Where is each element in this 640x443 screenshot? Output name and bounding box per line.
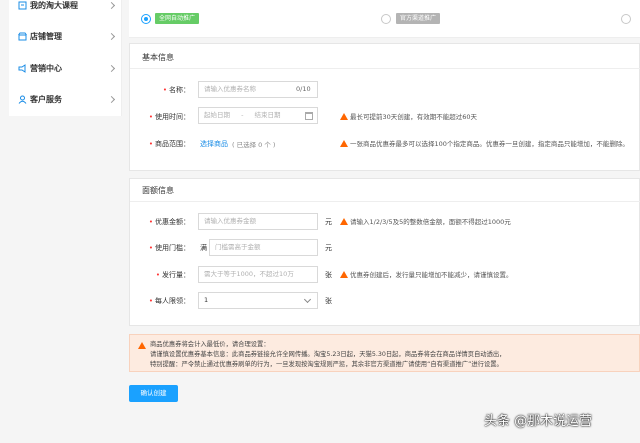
start-date-placeholder: 起始日期 [204,111,230,119]
panel-title: 面额信息 [142,186,174,195]
divider [130,68,640,69]
amount-info-panel: 面额信息 • 优惠金额： 请输入优惠券金额 元 请输入1/2/3/5及5的整数倍金… [129,178,640,326]
warning-icon [340,218,348,225]
select-products-link[interactable]: 选择商品 [200,139,228,149]
end-date-placeholder: 结束日期 [254,111,281,119]
warning-icon [340,113,348,120]
quantity-label: • 发行量： [155,271,190,279]
sidebar: 我的淘大课程 店铺管理 营销中心 客户服务 [9,0,122,116]
confirm-create-button[interactable]: 确认创建 [129,385,178,402]
sidebar-item-label: 客户服务 [30,94,62,104]
sidebar-item-marketing[interactable]: 营销中心 [9,59,122,77]
quantity-unit: 张 [325,271,332,279]
range-warning: 一张商品优惠券最多可以选择100个指定商品。优惠券一旦创建，指定商品只能增加，不… [340,138,638,148]
sidebar-item-label: 店铺管理 [30,31,62,41]
channel-selector: 全网自动推广 官方渠道推广 [129,0,640,38]
sidebar-item-label: 我的淘大课程 [30,0,78,10]
chevron-right-icon [107,1,116,9]
customer-icon [18,95,27,104]
per-user-limit-label: • 每人限领： [148,297,190,305]
notice-line: 商品优惠券将会计入最低价，请合理设置： [150,341,270,348]
range-label: • 商品范围： [148,140,190,148]
coupon-value-label: • 优惠金额： [148,218,190,226]
radio-auto-promotion[interactable] [141,14,151,24]
calendar-icon [305,112,313,120]
radio-official-channel[interactable] [381,14,391,24]
chevron-right-icon [107,95,116,103]
date-range-input[interactable]: 起始日期 - 结束日期 [198,107,318,124]
warning-icon [340,140,348,147]
radio-third-option[interactable] [621,14,631,24]
value-unit: 元 [325,218,332,226]
tag-auto-promotion: 全网自动推广 [155,13,200,24]
sidebar-item-customer-service[interactable]: 客户服务 [9,90,122,108]
course-icon [18,1,27,10]
warning-icon [138,341,148,350]
megaphone-icon [18,63,27,73]
name-char-counter: 0/10 [296,85,311,93]
date-separator: - [241,111,244,119]
sidebar-item-label: 营销中心 [30,63,62,73]
time-warning: 最长可提前30天创建，有效期不能超过60天 [340,111,477,121]
chevron-down-icon [303,295,312,304]
time-label: • 使用时间： [148,113,190,121]
quantity-input[interactable]: 需大于等于1000，不超过10万 [198,266,318,283]
value-warning: 请输入1/2/3/5及5的整数倍金额，面额不得超过1000元 [340,216,511,226]
tag-official-channel: 官方渠道推广 [396,13,441,24]
limit-selected-value: 1 [204,296,209,304]
store-icon [18,32,27,41]
basic-info-panel: 基本信息 • 名称： 请输入优惠券名称 0/10 • 使用时间： 起始日期 - 结束… [129,43,640,171]
per-user-limit-select[interactable]: 1 [198,292,318,309]
sidebar-item-store[interactable]: 店铺管理 [9,27,122,45]
panel-title: 基本信息 [142,53,174,62]
threshold-label: • 使用门槛： [148,244,190,252]
warning-icon [340,271,348,278]
divider [130,201,640,202]
chevron-right-icon [107,64,116,72]
watermark: 头条 @那木说运营 [484,414,593,429]
threshold-input[interactable]: 门槛需高于金额 [209,239,318,256]
quantity-warning: 优惠券创建后，发行量只能增加不能减少，请谨慎设置。 [340,269,513,279]
threshold-prefix: 满 [200,244,207,252]
threshold-unit: 元 [325,244,332,252]
coupon-value-input[interactable]: 请输入优惠券金额 [198,213,318,230]
chevron-right-icon [107,32,116,40]
sidebar-item-course[interactable]: 我的淘大课程 [9,0,122,14]
limit-unit: 张 [325,297,332,305]
notice-line: 特别提醒：严令禁止通过优惠券刷单的行为，一旦发现按淘宝规则严惩，其余非官方渠道推… [150,361,503,368]
name-label: • 名称： [162,86,190,94]
selected-count: ( 已选择 0 个 ) [232,141,276,149]
notice-line: 请谨慎设置优惠券基本信息：此商品券链接允许全网传播。淘宝5.23日起，天猫5.3… [150,351,506,358]
notice-banner: 商品优惠券将会计入最低价，请合理设置： 请谨慎设置优惠券基本信息：此商品券链接允… [129,334,640,372]
